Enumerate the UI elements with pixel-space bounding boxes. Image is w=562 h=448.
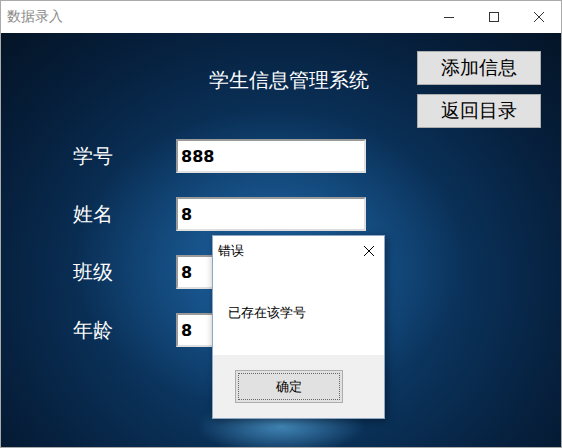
error-dialog: 错误已存在该学号确定 [212,235,385,419]
dialog-footer: 确定 [213,355,384,418]
add-button[interactable]: 添加信息 [417,51,541,85]
action-buttons: 添加信息返回目录 [417,33,561,447]
minimize-icon[interactable] [426,1,471,33]
field-label: 姓名 [73,201,176,228]
field-label: 班级 [73,259,176,286]
maximize-icon[interactable] [471,1,516,33]
field-label: 年龄 [73,317,176,344]
dialog-title: 错误 [218,242,354,260]
window-title: 数据录入 [7,8,426,26]
form-row: 学号 [73,139,417,173]
back-button[interactable]: 返回目录 [417,94,541,128]
system-title: 学生信息管理系统 [73,67,417,93]
ok-button[interactable]: 确定 [235,370,343,403]
close-icon[interactable] [354,236,384,266]
title-bar: 数据录入 [1,1,561,33]
dialog-message: 已存在该学号 [213,266,384,355]
field-label: 学号 [73,143,176,170]
field-input[interactable] [176,197,366,231]
dialog-title-bar: 错误 [213,236,384,266]
close-icon[interactable] [516,1,561,33]
field-input[interactable] [176,139,366,173]
form-row: 姓名 [73,197,417,231]
